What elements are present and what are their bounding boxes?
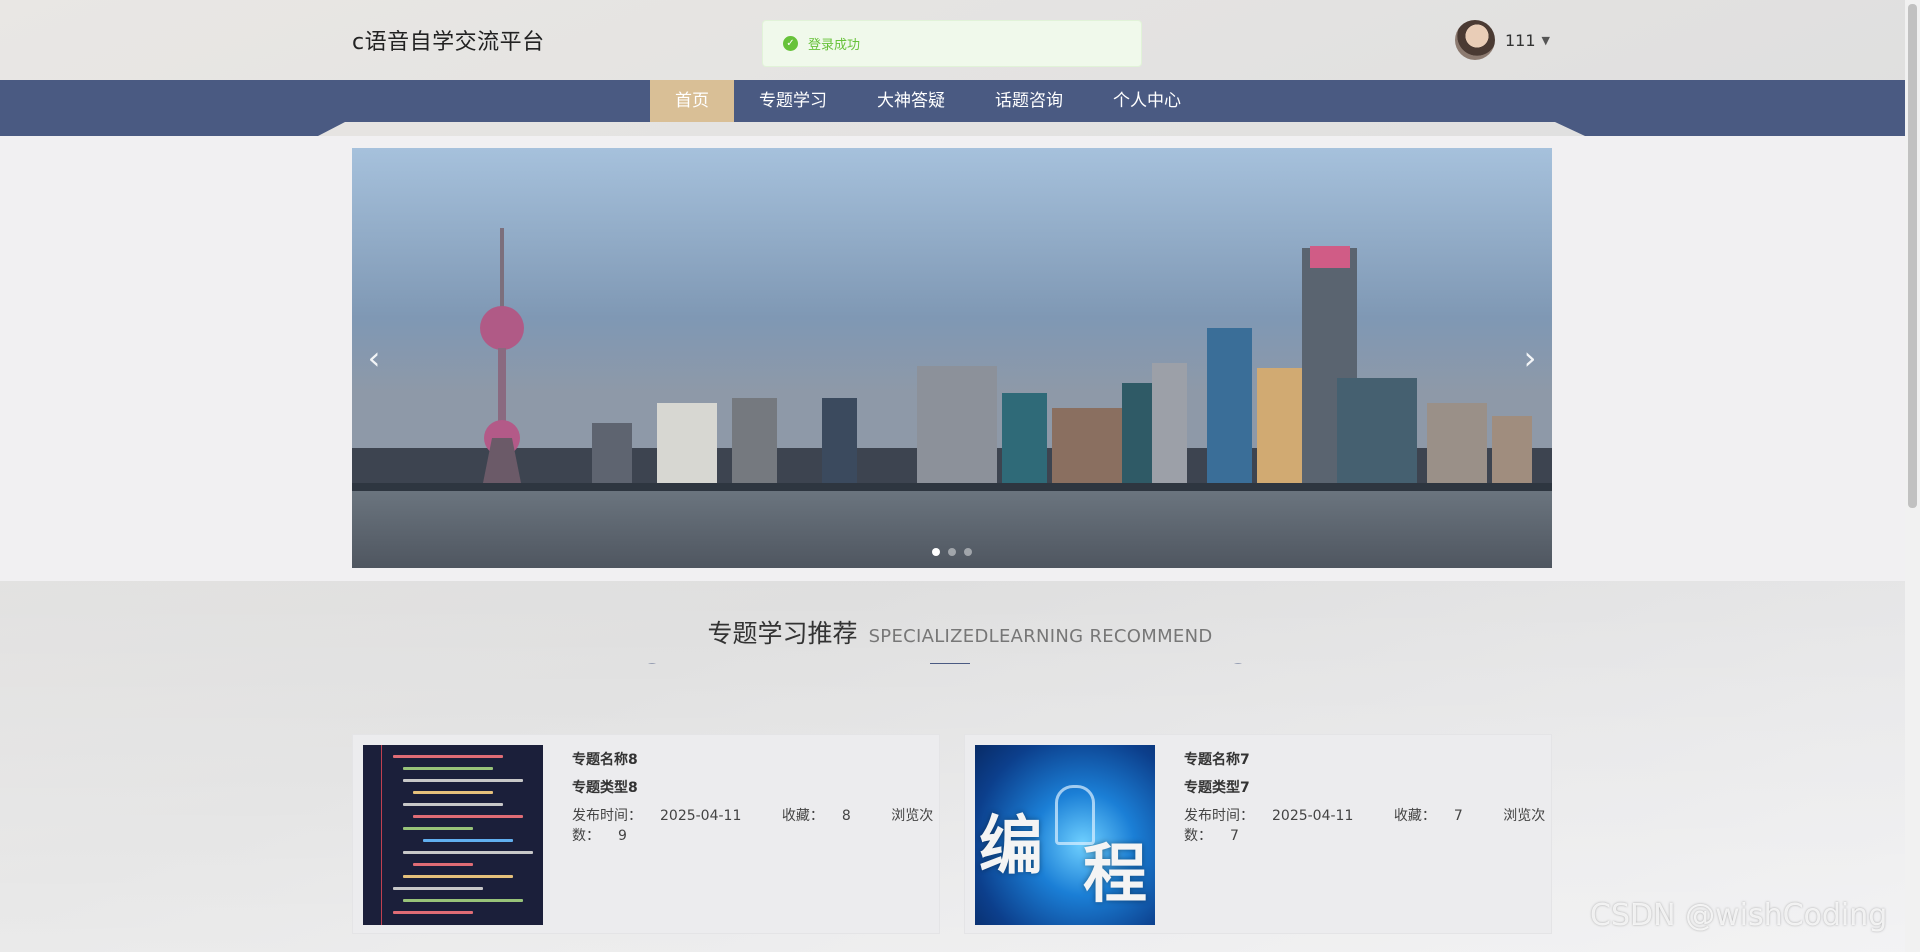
topic-name[interactable]: 专题名称7: [1184, 749, 1551, 769]
carousel-next-icon[interactable]: ›: [1512, 338, 1548, 378]
code-screenshot-image: [363, 745, 543, 925]
carousel-dot-2[interactable]: [948, 548, 956, 556]
fav-label: 收藏：: [1393, 808, 1436, 824]
caret-down-icon[interactable]: ▼: [1542, 34, 1550, 47]
topic-meta: 发布时间： 2025-04-11 收藏： 8 浏览次数： 9: [572, 805, 939, 845]
scrollbar-thumb[interactable]: [1908, 4, 1917, 508]
username[interactable]: 111: [1505, 31, 1536, 50]
topic-name[interactable]: 专题名称8: [572, 749, 939, 769]
carousel-prev-icon[interactable]: ‹: [356, 338, 392, 378]
page-scrollbar[interactable]: [1905, 0, 1920, 952]
check-circle-icon: ✓: [783, 36, 798, 51]
topic-meta: 发布时间： 2025-04-11 收藏： 7 浏览次数： 7: [1184, 805, 1551, 845]
section-title-en: SPECIALIZEDLEARNING RECOMMEND: [868, 626, 1213, 647]
thumb-char: 编: [979, 809, 1043, 884]
top-header: c语音自学交流平台 ✓ 登录成功 111 ▼: [0, 0, 1920, 80]
toast-message: 登录成功: [808, 38, 861, 53]
nav-item-topic-learning[interactable]: 专题学习: [734, 80, 852, 122]
nav-item-profile[interactable]: 个人中心: [1088, 80, 1206, 122]
publish-date: 2025-04-11: [1272, 808, 1354, 824]
topic-thumbnail[interactable]: [363, 745, 543, 925]
carousel-dot-1[interactable]: [932, 548, 940, 556]
nav-item-expert-qa[interactable]: 大神答疑: [852, 80, 970, 122]
topic-card[interactable]: 编 程 专题名称7 专题类型7 发布时间： 2025-04-11 收藏： 7 浏览次…: [964, 734, 1552, 934]
publish-label: 发布时间：: [572, 808, 642, 824]
nav-item-home[interactable]: 首页: [650, 80, 734, 122]
programming-image: 编 程: [975, 745, 1155, 925]
views-count: 9: [618, 828, 627, 844]
section-title-cn: 专题学习推荐: [707, 619, 858, 648]
nav-item-topic-consult[interactable]: 话题咨询: [970, 80, 1088, 122]
topic-thumbnail[interactable]: 编 程: [975, 745, 1155, 925]
topic-card[interactable]: 专题名称8 专题类型8 发布时间： 2025-04-11 收藏： 8 浏览次数： 9: [352, 734, 940, 934]
main-nav: 首页 专题学习 大神答疑 话题咨询 个人中心: [0, 80, 1905, 122]
section-divider: [648, 663, 1242, 664]
publish-date: 2025-04-11: [660, 808, 742, 824]
banner-image-shanghai-skyline: [352, 148, 1552, 568]
user-menu[interactable]: 111 ▼: [1455, 20, 1550, 60]
section-heading: 专题学习推荐 SPECIALIZEDLEARNING RECOMMEND: [0, 614, 1920, 650]
fav-count: 8: [841, 808, 851, 824]
carousel-indicators: [932, 548, 980, 556]
watermark: CSDN @wishCoding: [1590, 898, 1888, 933]
topic-type: 专题类型7: [1184, 780, 1250, 796]
fav-label: 收藏：: [781, 808, 824, 824]
carousel-dot-3[interactable]: [964, 548, 972, 556]
topic-type: 专题类型8: [572, 780, 638, 796]
site-title[interactable]: c语音自学交流平台: [352, 24, 545, 56]
avatar[interactable]: [1455, 20, 1495, 60]
fav-count: 7: [1453, 808, 1463, 824]
banner-carousel[interactable]: ‹ ›: [352, 148, 1552, 568]
login-success-toast: ✓ 登录成功: [762, 20, 1142, 67]
views-count: 7: [1230, 828, 1239, 844]
publish-label: 发布时间：: [1184, 808, 1254, 824]
